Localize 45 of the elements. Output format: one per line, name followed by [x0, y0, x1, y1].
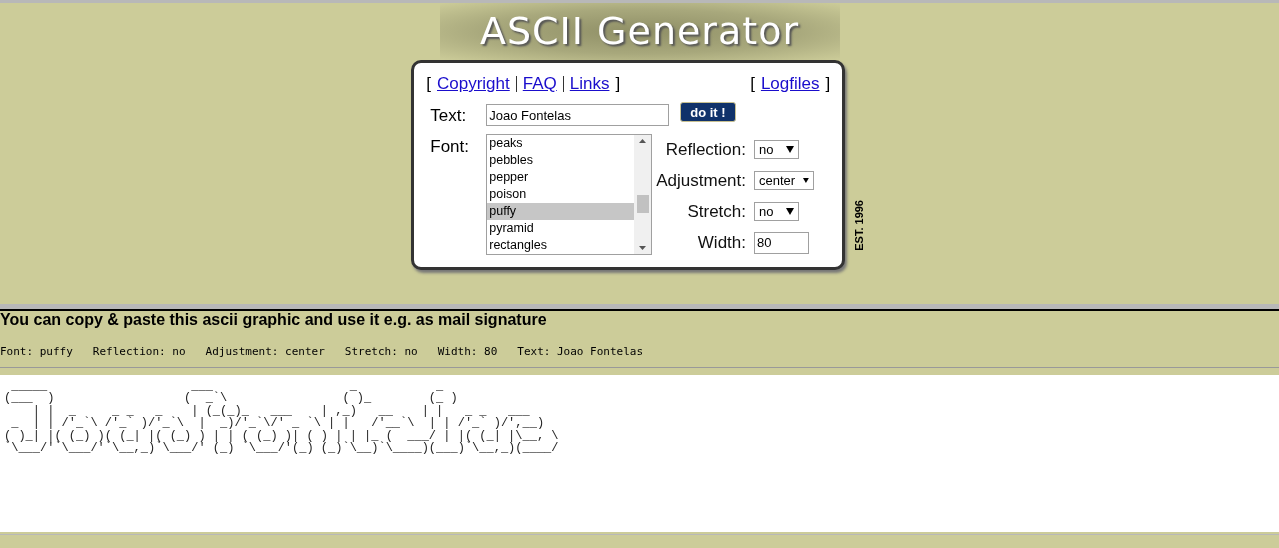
info-text: Adjustment: center — [205, 344, 325, 360]
info-text: Width: 80 — [437, 344, 498, 360]
caret-icon — [803, 177, 809, 184]
option-label: Reflection: — [665, 138, 746, 161]
ascii-art: _____ ___ _ _ (___ ) ( _`\ ( )_ (_ ) | | _ _ _ _ | (_(_)_ ___ | ,_) __ | | _ _ ___ _ | | /'_`\ /'_` )/'_`\ | _)/'_`\/' _ `\ | | /'__`\ | | /'_` )/',__) ( )_| |( (_) )( (_| |( (_) ) | | ( (_) )| ( ) | | |_ ( ___/ | |( (_| |\__, \ `\___/'`\___/'`\__,_)`\___/' (_) `\___/'(_) (_)`\__)`\____)(___)`\__,_)(____/ — [4, 380, 560, 455]
font-option[interactable]: poison — [487, 186, 635, 203]
font-option[interactable]: pepper — [487, 169, 635, 186]
option-label: Width: — [697, 231, 746, 254]
down-arrow-icon[interactable] — [639, 246, 647, 250]
up-arrow-icon[interactable] — [639, 139, 647, 143]
scrollbar-thumb[interactable] — [636, 195, 649, 213]
option-label: Stretch: — [687, 200, 746, 223]
font-listbox[interactable]: peaks pebbles pepper poison puffy pyramid rectangles — [486, 134, 653, 255]
dropdown[interactable]: no — [754, 202, 799, 221]
nav-link[interactable]: Logfiles — [760, 71, 820, 97]
font-option[interactable]: peaks — [487, 135, 635, 152]
info-text: Text: Joao Fontelas — [517, 344, 644, 360]
bracket: ] — [615, 73, 621, 95]
dropdown[interactable]: no — [754, 140, 799, 159]
text-input[interactable]: Joao Fontelas — [486, 104, 670, 127]
submit-button[interactable]: do it ! — [680, 102, 736, 123]
info-text: Stretch: no — [344, 344, 418, 360]
nav-link[interactable]: FAQ — [522, 71, 557, 97]
scrollbar[interactable] — [634, 135, 652, 254]
info-text: Font: puffy — [0, 344, 73, 360]
font-label: Font: — [430, 136, 470, 158]
est-label: EST. 1996 — [852, 199, 867, 251]
caret-icon — [786, 146, 794, 153]
font-option[interactable]: pebbles — [487, 152, 635, 169]
font-option[interactable]: pyramid — [487, 220, 635, 237]
bracket: [ — [426, 73, 431, 95]
input-field[interactable]: 80 — [754, 231, 809, 254]
font-option[interactable]: rectangles — [487, 237, 635, 254]
bracket: [ — [750, 73, 755, 95]
info-text: Reflection: no — [92, 344, 186, 360]
font-option[interactable]: puffy — [487, 203, 635, 220]
site-title: ASCII Generator — [479, 8, 800, 55]
nav-link[interactable]: Copyright — [437, 71, 510, 97]
bracket: ] — [825, 73, 831, 95]
option-label: Adjustment: — [656, 169, 746, 192]
text-label: Text: — [430, 104, 468, 127]
dropdown[interactable]: center — [754, 171, 814, 190]
result-heading: You can copy & paste this ascii graphic and use it e.g. as mail signature — [0, 311, 548, 329]
nav-link[interactable]: Links — [569, 71, 610, 97]
caret-icon — [786, 208, 794, 215]
